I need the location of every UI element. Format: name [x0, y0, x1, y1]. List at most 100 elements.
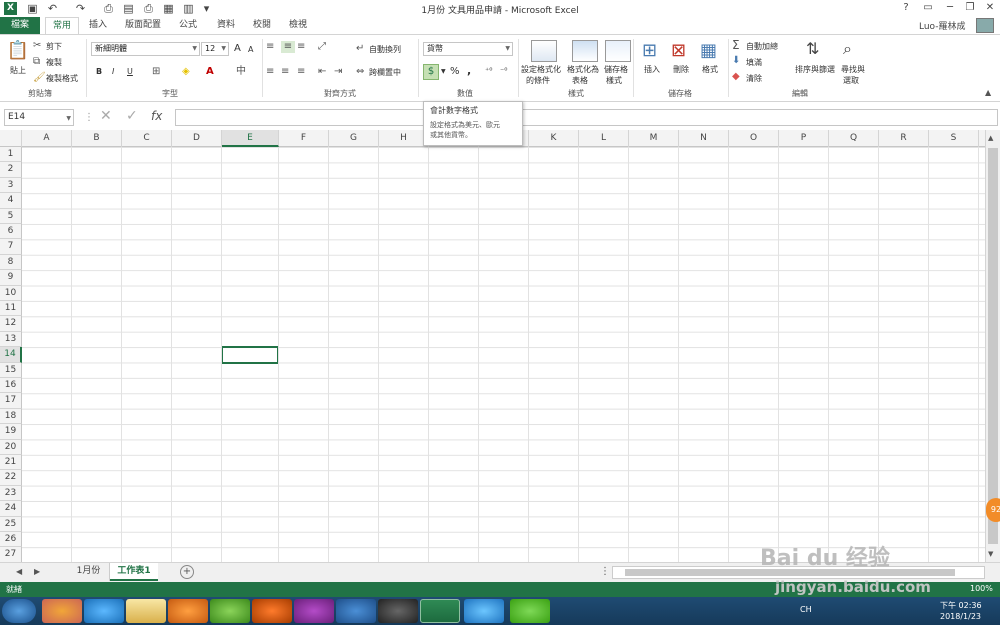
tab-page-layout[interactable]: 版面配置 [122, 17, 164, 34]
delete-cells-icon[interactable]: ⊠ [671, 41, 686, 61]
next-sheet-icon[interactable]: ▶ [34, 566, 40, 578]
user-name[interactable]: Luo-羅林成 [919, 19, 965, 32]
copy-icon[interactable]: ⧉ [33, 56, 40, 68]
format-as-table-icon[interactable] [572, 40, 598, 62]
app-dark-icon[interactable] [378, 599, 418, 623]
sheet-tab-sheet1[interactable]: 工作表1 [110, 563, 158, 581]
grow-font-button[interactable]: A [234, 43, 241, 54]
row-header-5[interactable]: 5 [0, 208, 22, 224]
percent-button[interactable]: % [450, 66, 460, 77]
shrink-font-button[interactable]: A [248, 45, 253, 54]
row-header-14[interactable]: 14 [0, 347, 22, 363]
format-as-table-label[interactable]: 格式化為 [567, 64, 599, 75]
row-header-8[interactable]: 8 [0, 254, 22, 271]
clear-icon[interactable]: ◆ [732, 71, 740, 83]
font-name-select[interactable]: 新細明體 ▼ [91, 42, 200, 56]
conditional-formatting-label2[interactable]: 的條件 [526, 75, 550, 86]
sort-filter-icon[interactable]: ⇅ [806, 40, 819, 58]
tab-file[interactable]: 檔案 [0, 17, 40, 34]
wrap-text-icon[interactable]: ↵ [356, 43, 364, 55]
restore-icon[interactable]: ❐ [962, 1, 978, 15]
column-header-K[interactable]: K [529, 130, 579, 147]
prev-sheet-icon[interactable]: ◀ [16, 566, 22, 578]
italic-button[interactable]: I [112, 67, 114, 76]
scroll-down-icon[interactable]: ▼ [988, 548, 993, 560]
underline-button[interactable]: U [127, 67, 133, 76]
row-header-24[interactable]: 24 [0, 501, 22, 517]
row-header-1[interactable]: 1 [0, 147, 22, 163]
column-header-H[interactable]: H [379, 130, 429, 147]
scroll-up-icon[interactable]: ▲ [988, 132, 993, 144]
row-header-17[interactable]: 17 [0, 393, 22, 409]
increase-indent-icon[interactable]: ⇥ [334, 66, 342, 78]
find-select-label[interactable]: 尋找與 [841, 64, 865, 75]
minimize-icon[interactable]: ─ [942, 1, 958, 15]
column-header-G[interactable]: G [329, 130, 379, 147]
row-header-12[interactable]: 12 [0, 316, 22, 332]
column-header-F[interactable]: F [279, 130, 329, 147]
column-header-O[interactable]: O [729, 130, 779, 147]
align-left-icon[interactable]: ≡ [266, 66, 274, 78]
paste-icon[interactable]: 📋 [6, 41, 30, 61]
row-header-27[interactable]: 27 [0, 547, 22, 562]
format-cells-icon[interactable]: ▦ [700, 41, 717, 61]
column-header-L[interactable]: L [579, 130, 629, 147]
column-header-C[interactable]: C [122, 130, 172, 147]
taskbar-app-icon[interactable] [42, 599, 82, 623]
format-cells-label[interactable]: 格式 [702, 64, 718, 75]
merge-center-icon[interactable]: ⇔ [356, 66, 364, 78]
row-header-20[interactable]: 20 [0, 439, 22, 455]
find-select-icon[interactable]: ⌕ [843, 40, 852, 58]
sheet-tab-jan[interactable]: 1月份 [68, 563, 110, 581]
row-header-18[interactable]: 18 [0, 408, 22, 425]
autosum-icon[interactable]: Σ [732, 39, 740, 51]
start-button[interactable] [2, 599, 36, 623]
align-bottom-icon[interactable]: ≡ [297, 41, 305, 53]
clock-time[interactable]: 下午 02:36 [940, 600, 982, 611]
fill-label[interactable]: 填滿 [746, 57, 762, 68]
paste-label[interactable]: 貼上 [10, 65, 26, 76]
wrap-text-label[interactable]: 自動換列 [369, 44, 401, 55]
column-header-A[interactable]: A [22, 130, 72, 147]
active-cell[interactable] [221, 346, 279, 364]
formula-input[interactable] [175, 109, 998, 126]
tab-split-icon[interactable]: ⋮ [600, 566, 610, 578]
clock-date[interactable]: 2018/1/23 [940, 612, 981, 621]
format-painter-label[interactable]: 複製格式 [46, 73, 78, 84]
conditional-formatting-icon[interactable] [531, 40, 557, 62]
cut-label[interactable]: 剪下 [46, 41, 62, 52]
column-header-N[interactable]: N [679, 130, 729, 147]
help-icon[interactable]: ? [898, 1, 914, 15]
clear-label[interactable]: 清除 [746, 73, 762, 84]
column-header-M[interactable]: M [629, 130, 679, 147]
floating-badge[interactable]: 92 [986, 498, 1000, 522]
phonetic-icon[interactable]: 中 [236, 66, 246, 78]
name-box[interactable]: E14 ▼ [4, 109, 74, 126]
row-header-2[interactable]: 2 [0, 162, 22, 178]
column-header-P[interactable]: P [779, 130, 829, 147]
row-header-3[interactable]: 3 [0, 177, 22, 194]
row-header-7[interactable]: 7 [0, 239, 22, 255]
conditional-formatting-label[interactable]: 設定格式化 [521, 64, 561, 75]
font-size-select[interactable]: 12 ▼ [201, 42, 229, 56]
merge-center-label[interactable]: 跨欄置中 [369, 67, 401, 78]
increase-decimal-button[interactable]: ⁺⁰ [485, 66, 492, 75]
align-top-icon[interactable]: ≡ [266, 41, 274, 53]
row-header-16[interactable]: 16 [0, 378, 22, 394]
input-language[interactable]: CH [800, 605, 812, 614]
column-header-S[interactable]: S [929, 130, 979, 147]
enter-icon[interactable]: ✓ [126, 109, 138, 123]
app-purple-icon[interactable] [294, 599, 334, 623]
ribbon-display-icon[interactable]: ▭ [920, 1, 936, 15]
column-header-Q[interactable]: Q [829, 130, 879, 147]
fill-color-icon[interactable]: ◈ [182, 66, 190, 78]
row-header-23[interactable]: 23 [0, 485, 22, 502]
collapse-ribbon-icon[interactable]: ▲ [985, 87, 991, 99]
media-player-icon[interactable] [168, 599, 208, 623]
row-header-19[interactable]: 19 [0, 424, 22, 440]
outlook-icon[interactable] [336, 599, 376, 623]
row-header-13[interactable]: 13 [0, 331, 22, 348]
row-header-4[interactable]: 4 [0, 193, 22, 209]
accounting-format-button[interactable]: $ [423, 64, 439, 80]
comma-button[interactable]: , [467, 64, 471, 77]
